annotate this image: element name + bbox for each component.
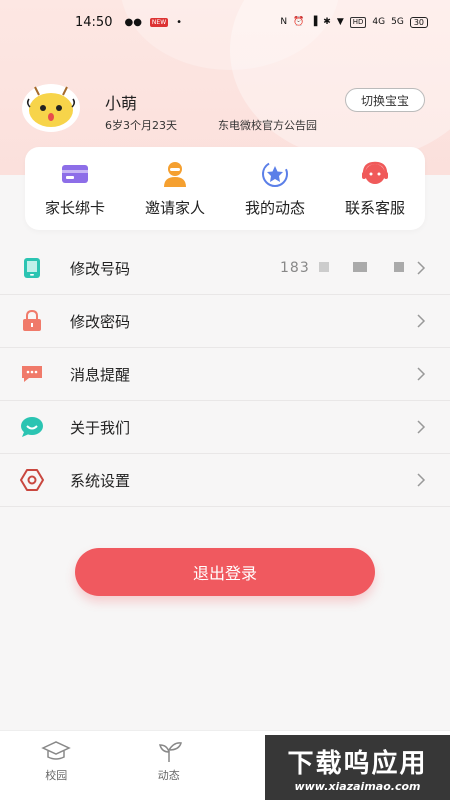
menu-item-label: 关于我们: [70, 418, 131, 437]
quick-action-label: 邀请家人: [144, 199, 205, 217]
quick-action-label: 我的动态: [244, 199, 305, 217]
menu-item-label: 消息提醒: [70, 365, 131, 384]
graduation-cap-icon: [41, 741, 72, 760]
tab-campus[interactable]: 校园: [0, 731, 113, 800]
logout-button[interactable]: 退出登录: [75, 548, 375, 596]
quick-action-my-moments[interactable]: 我的动态: [225, 147, 325, 230]
battery-icon: 30: [409, 16, 428, 28]
sprout-icon: [158, 742, 182, 762]
chevron-right-icon: [417, 314, 426, 328]
menu-item-change-phone[interactable]: 修改号码 183: [0, 242, 450, 295]
switch-child-button[interactable]: 切换宝宝: [345, 88, 425, 112]
watermark-logo: 下载呜应用 www.xiazaimao.com: [265, 735, 450, 800]
notification-icons: ●● NEW •: [124, 17, 182, 28]
quick-action-label: 家长绑卡: [44, 199, 105, 217]
nfc-icon: N: [280, 17, 288, 27]
menu-item-about-us[interactable]: 关于我们: [0, 401, 450, 454]
bee-avatar-icon: [26, 86, 76, 127]
child-age: 6岁3个月23天: [105, 119, 177, 132]
gear-icon: [20, 468, 44, 492]
quick-actions-card: 家长绑卡 邀请家人 我的动态 联系客服: [25, 147, 425, 230]
system-icons: N ⏰ ▐ ✱ ▼ HD 4G 5G 30: [280, 16, 428, 28]
bluetooth-icon: ✱: [323, 17, 331, 27]
watermark-url: www.xiazaimao.com: [294, 779, 421, 793]
menu-item-change-password[interactable]: 修改密码: [0, 295, 450, 348]
person-icon: [160, 159, 190, 189]
chevron-right-icon: [417, 367, 426, 381]
school-name: 东电微校官方公告园: [218, 119, 317, 132]
signal-4g-icon: 4G: [372, 17, 386, 27]
status-time: 14:50: [75, 14, 113, 30]
lock-icon: [20, 309, 44, 333]
wechat-icon: ●●: [124, 16, 142, 28]
chevron-right-icon: [417, 261, 426, 275]
phone-number-value: 183: [280, 260, 405, 276]
status-bar: 14:50 ●● NEW • N ⏰ ▐ ✱ ▼ HD 4G 5G 30: [0, 0, 450, 44]
chevron-right-icon: [417, 420, 426, 434]
chevron-right-icon: [417, 473, 426, 487]
chat-bubble-icon: [20, 415, 44, 439]
menu-item-label: 修改号码: [70, 259, 131, 278]
card-icon: [60, 159, 90, 189]
tab-label: 动态: [157, 769, 180, 782]
avatar[interactable]: [22, 84, 80, 132]
tab-label: 校园: [45, 769, 68, 782]
settings-menu: 修改号码 183 修改密码 消息提醒 关于我们 系统设置: [0, 242, 450, 507]
hd-icon: HD: [349, 16, 367, 28]
menu-item-label: 系统设置: [70, 471, 131, 490]
phone-icon: [20, 256, 44, 280]
star-icon: [260, 159, 290, 189]
quick-action-invite-family[interactable]: 邀请家人: [125, 147, 225, 230]
dot-icon: •: [176, 16, 183, 28]
app-badge: NEW: [149, 17, 169, 27]
tab-moments[interactable]: 动态: [113, 731, 226, 800]
signal-5g-icon: 5G: [391, 17, 404, 27]
alarm-icon: ⏰: [293, 17, 305, 27]
watermark-title: 下载呜应用: [287, 748, 428, 779]
message-icon: [20, 362, 44, 386]
quick-action-contact-support[interactable]: 联系客服: [325, 147, 425, 230]
menu-item-notifications[interactable]: 消息提醒: [0, 348, 450, 401]
menu-item-label: 修改密码: [70, 312, 131, 331]
quick-action-label: 联系客服: [344, 199, 405, 217]
wifi-icon: ▼: [336, 17, 344, 27]
menu-item-system-settings[interactable]: 系统设置: [0, 454, 450, 507]
headset-icon: [360, 159, 390, 189]
child-name: 小萌: [105, 94, 138, 113]
vibrate-icon: ▐: [310, 17, 318, 27]
quick-action-bind-card[interactable]: 家长绑卡: [25, 147, 125, 230]
